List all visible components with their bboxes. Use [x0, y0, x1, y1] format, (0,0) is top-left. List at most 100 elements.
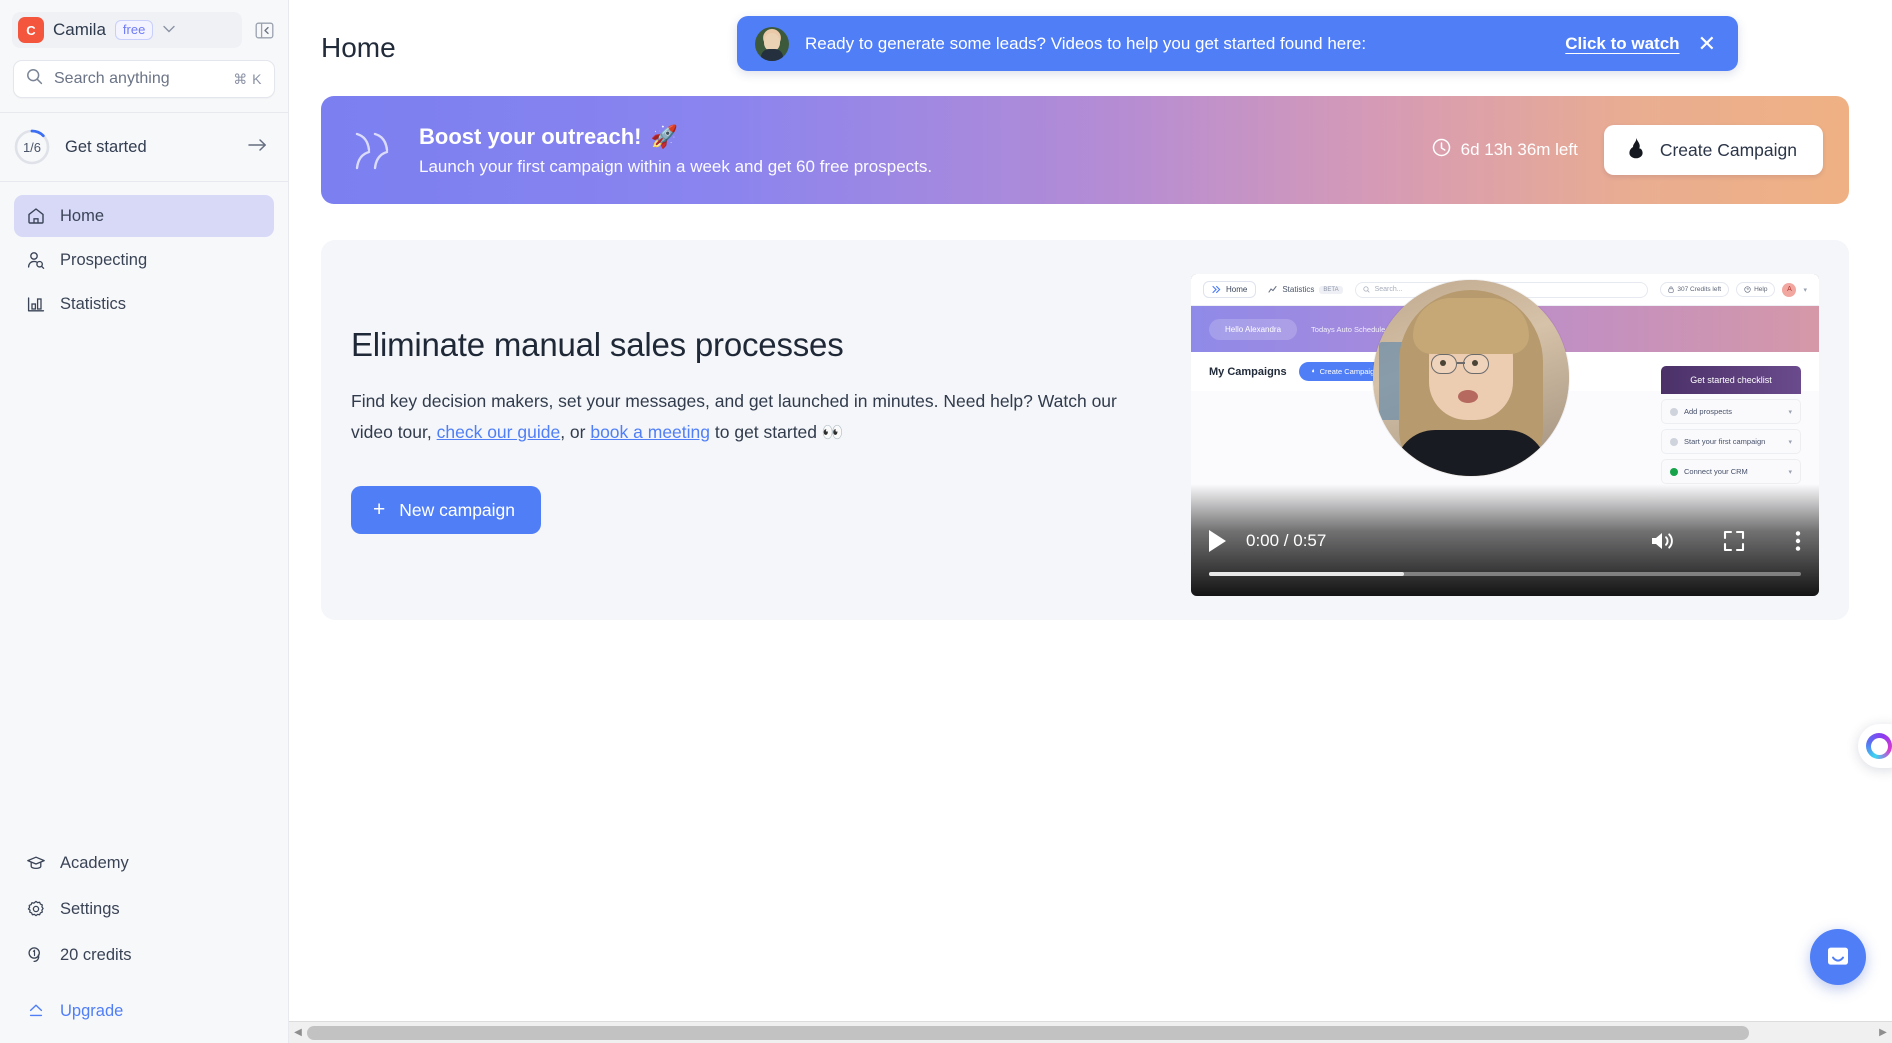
sidebar-item-label: Upgrade: [60, 1001, 124, 1020]
sidebar-item-label: Prospecting: [60, 250, 148, 269]
promo-countdown: 6d 13h 36m left: [1432, 138, 1578, 162]
prospecting-icon: [26, 250, 46, 270]
clock-icon: [1432, 138, 1451, 162]
check-our-guide-link[interactable]: check our guide: [437, 422, 561, 442]
chevron-down-icon: ▾: [1788, 438, 1792, 446]
promo-subtitle: Launch your first campaign within a week…: [419, 156, 933, 176]
video-player[interactable]: Home Statistics BETA Search...: [1191, 274, 1819, 596]
sidebar-item-upgrade[interactable]: Upgrade: [14, 989, 274, 1033]
preview-checklist-item: Connect your CRM ▾: [1661, 459, 1801, 484]
preview-credits-label: 307 Credits left: [1677, 286, 1722, 293]
workspace-switcher[interactable]: C Camila free: [12, 12, 242, 48]
preview-nav-statistics: Statistics BETA: [1268, 285, 1343, 294]
main-scroll-area: Home Ready to generate some leads? Video…: [289, 0, 1892, 1021]
sidebar-item-label: Home: [60, 206, 105, 225]
search-icon: [26, 68, 43, 90]
arrow-right-icon: [248, 137, 272, 157]
more-options-icon[interactable]: [1795, 530, 1801, 552]
preview-checklist-item: Start your first campaign ▾: [1661, 429, 1801, 454]
scrollbar-thumb[interactable]: [307, 1025, 1749, 1040]
primary-nav: Home Prospecting Statistics: [0, 182, 288, 325]
hero-card: Eliminate manual sales processes Find ke…: [321, 240, 1849, 620]
promo-title-row: Boost your outreach! 🚀: [419, 124, 1432, 150]
chat-bubble-icon: [1828, 947, 1848, 965]
scroll-left-arrow[interactable]: ◀: [289, 1027, 307, 1038]
hero-paragraph-part3: to get started: [710, 422, 822, 442]
preview-checklist-item-label: Connect your CRM: [1684, 467, 1748, 476]
video-controls: 0:00 / 0:57: [1191, 512, 1819, 596]
check-circle-icon: [1670, 437, 1678, 446]
preview-checklist-item-label: Start your first campaign: [1684, 437, 1766, 446]
gear-icon: [26, 899, 46, 919]
hero-paragraph-part2: , or: [560, 422, 591, 442]
main-content: Home Ready to generate some leads? Video…: [289, 0, 1892, 1043]
get-started-label: Get started: [65, 137, 147, 156]
close-icon[interactable]: ✕: [1696, 32, 1718, 55]
home-icon: [26, 206, 46, 226]
preview-credits-pill: 307 Credits left: [1660, 282, 1730, 297]
check-circle-icon: [1670, 407, 1678, 416]
sidebar-item-label: 20 credits: [60, 945, 132, 964]
scrollbar-track[interactable]: [307, 1022, 1874, 1043]
search-shortcut: ⌘ K: [233, 70, 262, 87]
preview-greeting: Hello Alexandra: [1209, 318, 1298, 340]
play-icon[interactable]: [1209, 530, 1226, 552]
promo-text-block: Boost your outreach! 🚀 Launch your first…: [405, 124, 1432, 177]
presenter-video-bubble: [1373, 280, 1569, 476]
new-campaign-label: New campaign: [399, 499, 516, 520]
sidebar-item-prospecting[interactable]: Prospecting: [14, 239, 274, 281]
graduation-cap-icon: [26, 853, 46, 873]
preview-beta-badge: BETA: [1319, 285, 1343, 294]
sidebar-item-label: Academy: [60, 853, 129, 872]
book-a-meeting-link[interactable]: book a meeting: [590, 422, 710, 442]
scroll-right-arrow[interactable]: ▶: [1874, 1027, 1892, 1038]
volume-icon[interactable]: [1649, 529, 1675, 553]
horizontal-scrollbar[interactable]: ◀ ▶: [289, 1021, 1892, 1043]
preview-nav-home: Home: [1203, 281, 1257, 298]
preview-topbar-right: 307 Credits left Help A ▾: [1660, 282, 1807, 297]
preview-help-pill: Help: [1736, 282, 1776, 297]
preview-chevron-down-icon: ▾: [1803, 286, 1807, 294]
chevron-down-icon: ▾: [1788, 468, 1792, 476]
sidebar-item-credits[interactable]: 20 credits: [14, 933, 274, 977]
plus-icon: +: [373, 498, 386, 521]
rocket-icon: 🚀: [650, 123, 678, 149]
video-progress-bar[interactable]: [1209, 572, 1801, 576]
preview-checklist-item: Add prospects ▾: [1661, 399, 1801, 424]
upgrade-arrow-icon: [26, 1001, 46, 1021]
toast-message: Ready to generate some leads? Videos to …: [805, 33, 1367, 53]
preview-checklist: Get started checklist Add prospects ▾ St…: [1661, 366, 1801, 484]
preview-checklist-title: Get started checklist: [1661, 366, 1801, 394]
notification-toast: Ready to generate some leads? Videos to …: [737, 16, 1738, 71]
chevron-down-icon: [163, 24, 176, 36]
sidebar-item-statistics[interactable]: Statistics: [14, 283, 274, 325]
preview-checklist-item-label: Add prospects: [1684, 407, 1732, 416]
click-to-watch-link[interactable]: Click to watch: [1565, 34, 1679, 54]
eyes-icon: 👀: [821, 422, 844, 442]
sidebar-item-label: Settings: [60, 899, 120, 918]
collapse-sidebar-button[interactable]: [250, 16, 278, 44]
sidebar-item-label: Statistics: [60, 294, 127, 313]
create-campaign-button[interactable]: Create Campaign: [1603, 125, 1823, 175]
progress-ring: 1/6: [14, 129, 50, 165]
sidebar-item-academy[interactable]: Academy: [14, 841, 274, 885]
workspace-name: Camila: [53, 20, 106, 39]
preview-campaigns-title: My Campaigns: [1209, 365, 1287, 378]
check-circle-icon: [1670, 467, 1678, 476]
workspace-avatar: C: [18, 17, 44, 43]
get-started-row[interactable]: 1/6 Get started: [0, 113, 288, 181]
chat-launcher-button[interactable]: [1810, 929, 1866, 985]
sidebar-header: C Camila free: [0, 0, 288, 58]
feedback-widget[interactable]: [1858, 724, 1892, 768]
new-campaign-button[interactable]: + New campaign: [351, 486, 542, 534]
feedback-widget-icon: [1866, 733, 1892, 759]
secondary-nav: Academy Settings 20 credits Upgrade: [0, 841, 288, 1043]
countdown-text: 6d 13h 36m left: [1460, 140, 1578, 159]
search-input[interactable]: Search anything ⌘ K: [13, 60, 275, 98]
sidebar-item-settings[interactable]: Settings: [14, 887, 274, 931]
fullscreen-icon[interactable]: [1723, 530, 1745, 552]
preview-avatar: A: [1782, 282, 1797, 297]
progress-ring-label: 1/6: [22, 139, 42, 155]
create-campaign-label: Create Campaign: [1659, 139, 1797, 160]
sidebar-item-home[interactable]: Home: [14, 195, 274, 237]
